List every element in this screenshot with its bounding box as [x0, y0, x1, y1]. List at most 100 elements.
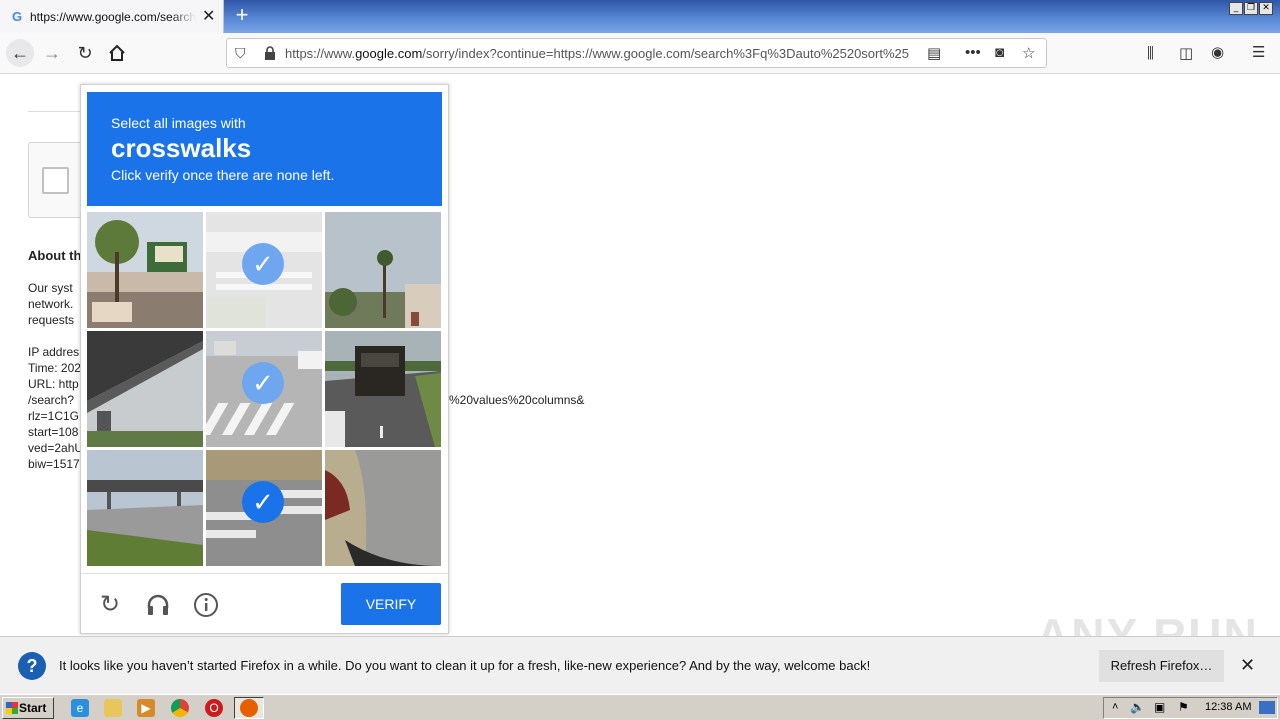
captcha-instruction: Select all images with: [111, 115, 246, 131]
show-hidden-icons-icon[interactable]: ˄: [1112, 701, 1118, 713]
file-explorer-icon[interactable]: [104, 699, 122, 717]
captcha-target: crosswalks: [111, 133, 252, 163]
forward-arrow-icon: →: [43, 43, 61, 63]
tab-close-icon[interactable]: ✕: [202, 8, 215, 25]
audio-challenge-icon[interactable]: [143, 590, 173, 620]
info-line-5: rlz=1C1G: [28, 409, 80, 423]
notification-bar: ? It looks like you haven’t started Fire…: [0, 636, 1280, 694]
back-arrow-icon: ←: [11, 43, 29, 63]
captcha-tile-1[interactable]: [87, 212, 203, 328]
url-prefix: https://www.: [285, 46, 356, 61]
media-player-icon[interactable]: ▶: [137, 699, 155, 717]
info-line-4: /search?: [28, 393, 75, 407]
close-window-button[interactable]: ✕: [1259, 2, 1273, 15]
captcha-tile-8[interactable]: ✓: [206, 450, 322, 566]
windows-flag-icon: [6, 702, 18, 714]
menu-icon[interactable]: ☰: [1252, 43, 1265, 61]
selected-check-icon: ✓: [242, 481, 284, 523]
lock-icon[interactable]: [264, 46, 276, 61]
info-line-6: start=108: [28, 425, 79, 439]
firefox-icon: [240, 699, 258, 717]
close-notification-icon[interactable]: ✕: [1240, 655, 1255, 676]
captcha-image-grid: ✓ ✓ ✓: [87, 212, 443, 568]
page-content: About th Our syst network. requests IP a…: [0, 74, 1280, 636]
reload-challenge-icon[interactable]: ↻: [95, 590, 125, 620]
captcha-challenge: Select all images with crosswalks Click …: [80, 84, 449, 634]
info-line-2: Time: 202: [28, 361, 81, 375]
home-button[interactable]: [103, 39, 131, 67]
recaptcha-checkbox-widget: [28, 142, 88, 218]
clock[interactable]: 12:38 AM: [1205, 701, 1251, 713]
firefox-taskbar-button[interactable]: [234, 697, 264, 719]
action-center-flag-icon[interactable]: ⚑: [1178, 700, 1189, 714]
home-icon: [109, 44, 125, 61]
selected-check-icon: ✓: [242, 362, 284, 404]
verify-button[interactable]: VERIFY: [341, 583, 441, 625]
captcha-footer-divider: [81, 573, 448, 574]
account-icon[interactable]: ◉: [1211, 43, 1224, 61]
about-heading: About th: [28, 248, 82, 263]
back-button[interactable]: ←: [6, 39, 34, 67]
chrome-icon[interactable]: [171, 699, 189, 717]
captcha-header: Select all images with crosswalks Click …: [87, 92, 442, 206]
truck-highway-image: [325, 331, 441, 447]
palm-tree-road-image: [325, 212, 441, 328]
captcha-tile-5[interactable]: ✓: [206, 331, 322, 447]
start-label: Start: [19, 701, 47, 715]
opera-icon[interactable]: O: [205, 699, 223, 717]
browser-tab[interactable]: G https://www.google.com/search?q ✕: [0, 0, 224, 33]
forward-button[interactable]: →: [38, 39, 66, 67]
captcha-tile-4[interactable]: [87, 331, 203, 447]
restore-button[interactable]: ❐: [1244, 2, 1258, 15]
captcha-tile-2[interactable]: ✓: [206, 212, 322, 328]
about-line-1: Our syst: [28, 281, 73, 295]
show-desktop-icon[interactable]: [1259, 701, 1275, 714]
bookmark-star-icon[interactable]: ☆: [1022, 44, 1035, 62]
notification-message: It looks like you haven’t started Firefo…: [59, 658, 871, 673]
system-tray: ˄ 🔈 ▣ ⚑: [1103, 697, 1278, 719]
overpass-image: [87, 331, 203, 447]
page-actions-icon[interactable]: •••: [965, 44, 981, 61]
sidebar-icon[interactable]: ◫: [1179, 44, 1193, 62]
volume-icon[interactable]: 🔈: [1130, 700, 1145, 714]
url-path: /sorry/index?continue=https://www.google…: [422, 46, 909, 61]
question-icon: ?: [18, 652, 46, 680]
divider: [28, 111, 88, 112]
selected-check-icon: ✓: [242, 243, 284, 285]
captcha-tile-9[interactable]: [325, 450, 441, 566]
captcha-tile-3[interactable]: [325, 212, 441, 328]
library-icon[interactable]: ⫼: [1147, 45, 1154, 62]
tab-title: https://www.google.com/search?q: [30, 9, 196, 24]
car-closeup-image: [325, 450, 441, 566]
street-storefronts-image: [87, 212, 203, 328]
reload-button[interactable]: ↻: [71, 39, 99, 67]
url-tail-text: %20values%20columns&: [449, 393, 585, 407]
url-text[interactable]: https://www.google.com/sorry/index?conti…: [285, 46, 921, 61]
new-tab-button[interactable]: +: [230, 4, 254, 28]
info-icon[interactable]: [191, 590, 221, 620]
start-button[interactable]: Start: [2, 697, 54, 719]
captcha-hint: Click verify once there are none left.: [111, 167, 335, 183]
reader-view-icon[interactable]: ▤: [927, 44, 941, 62]
network-icon[interactable]: ▣: [1154, 700, 1165, 714]
url-domain: google.com: [355, 46, 423, 61]
taskbar: Start e ▶ O ˄ 🔈 ▣ ⚑ 12:38 AM: [0, 694, 1280, 720]
info-line-7: ved=2ahU: [28, 441, 84, 455]
info-line-8: biw=1517: [28, 457, 80, 471]
info-line-1: IP addres: [28, 345, 80, 359]
recaptcha-checkbox[interactable]: [42, 167, 69, 194]
tracking-shield-icon[interactable]: ⛉: [235, 45, 246, 62]
address-bar[interactable]: ⛉ https://www.google.com/sorry/index?con…: [226, 38, 1047, 68]
refresh-firefox-button[interactable]: Refresh Firefox…: [1099, 650, 1224, 682]
minimize-button[interactable]: _: [1229, 2, 1243, 15]
info-line-3: URL: http: [28, 377, 79, 391]
bridge-grass-image: [87, 450, 203, 566]
reload-icon: ↻: [77, 43, 93, 63]
pocket-icon[interactable]: ◙: [995, 44, 1004, 61]
about-line-3: requests: [28, 313, 75, 327]
captcha-tile-6[interactable]: [325, 331, 441, 447]
captcha-tile-7[interactable]: [87, 450, 203, 566]
google-favicon-icon: G: [11, 8, 23, 24]
internet-explorer-icon[interactable]: e: [71, 699, 89, 717]
about-line-2: network.: [28, 297, 74, 311]
